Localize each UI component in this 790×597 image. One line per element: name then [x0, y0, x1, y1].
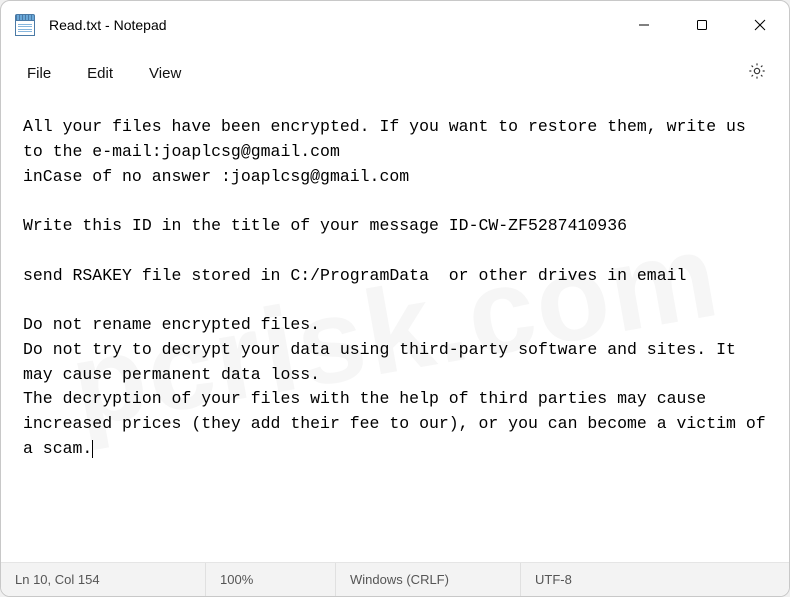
notepad-icon: [15, 14, 35, 36]
status-encoding: UTF-8: [521, 563, 789, 596]
text-caret: [92, 440, 93, 458]
notepad-window: Read.txt - Notepad File Edit View pcrisk…: [0, 0, 790, 597]
minimize-button[interactable]: [615, 1, 673, 49]
menu-file[interactable]: File: [9, 57, 69, 90]
document-text: All your files have been encrypted. If y…: [23, 117, 776, 458]
gear-icon: [747, 61, 767, 81]
minimize-icon: [638, 19, 650, 31]
status-cursor-position: Ln 10, Col 154: [1, 563, 206, 596]
window-controls: [615, 1, 789, 49]
maximize-icon: [696, 19, 708, 31]
editor-area: pcrisk.com All your files have been encr…: [1, 97, 789, 562]
window-title: Read.txt - Notepad: [49, 17, 167, 33]
menubar: File Edit View: [1, 49, 789, 97]
status-zoom[interactable]: 100%: [206, 563, 336, 596]
status-line-ending: Windows (CRLF): [336, 563, 521, 596]
statusbar: Ln 10, Col 154 100% Windows (CRLF) UTF-8: [1, 562, 789, 596]
menu-edit[interactable]: Edit: [69, 57, 131, 90]
maximize-button[interactable]: [673, 1, 731, 49]
close-icon: [753, 18, 767, 32]
menu-view[interactable]: View: [131, 57, 199, 90]
text-editor[interactable]: All your files have been encrypted. If y…: [1, 97, 789, 562]
titlebar: Read.txt - Notepad: [1, 1, 789, 49]
settings-button[interactable]: [733, 55, 781, 92]
close-button[interactable]: [731, 1, 789, 49]
